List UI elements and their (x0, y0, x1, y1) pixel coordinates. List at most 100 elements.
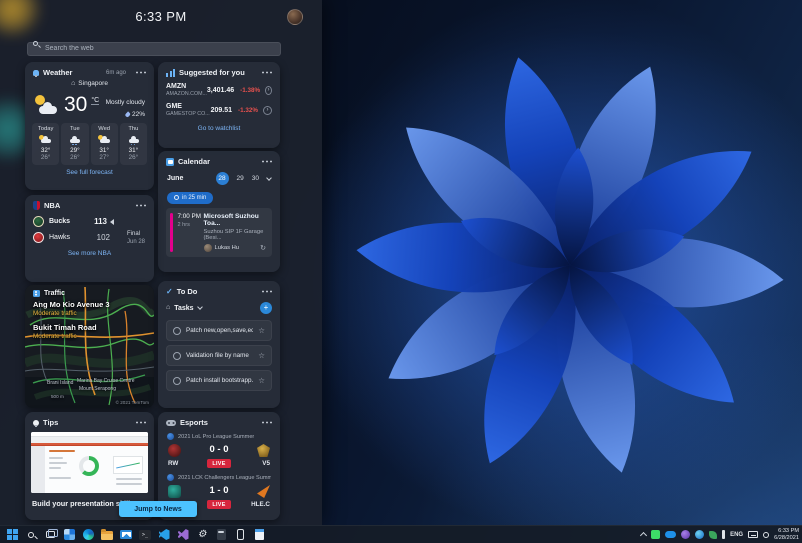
edge-icon[interactable] (82, 529, 94, 541)
weather-widget[interactable]: Weather 6m ago ⌂ Singapore 30 °C Mostly … (25, 62, 154, 190)
road-status: Moderate traffic (33, 310, 77, 317)
user-avatar[interactable] (287, 9, 303, 25)
more-options-icon[interactable] (135, 421, 146, 424)
tray-app-icon[interactable] (695, 530, 705, 539)
game-status: Final (126, 231, 140, 237)
watchlist-add-icon[interactable]: › (263, 105, 272, 115)
more-options-icon[interactable] (135, 71, 146, 74)
rain-icon (127, 135, 140, 146)
task-list-name[interactable]: Tasks (174, 305, 193, 312)
touch-keyboard-icon[interactable] (748, 531, 759, 538)
widget-title: Esports (180, 418, 208, 427)
calendar-widget[interactable]: Calendar June 28 29 30 in 25 min 7:00 PM… (158, 151, 280, 272)
bucks-logo-icon (33, 216, 44, 227)
star-icon[interactable]: ☆ (258, 351, 265, 360)
start-button[interactable] (6, 529, 18, 541)
calendar-icon (166, 157, 174, 166)
temp-unit-toggle[interactable]: °C (91, 97, 100, 105)
more-options-icon[interactable] (261, 290, 272, 293)
more-options-icon[interactable] (261, 160, 272, 163)
precip-chance: 22% (131, 111, 145, 118)
sync-icon[interactable]: ↻ (260, 244, 266, 252)
forecast-day[interactable]: Tue 29° 26° (61, 123, 89, 165)
team-row: Bucks 113 (25, 213, 154, 229)
forecast-day[interactable]: Thu 31° 26° (119, 123, 147, 165)
task-row[interactable]: Patch install bootstrapp... ☆ (166, 370, 272, 391)
search-button[interactable] (25, 529, 37, 541)
task-checkbox[interactable] (173, 351, 181, 360)
onedrive-cloud-icon[interactable] (665, 531, 677, 538)
gamepad-icon (166, 419, 176, 426)
task-view-button[interactable] (44, 528, 59, 541)
forecast-day[interactable]: Today 32° 26° (32, 123, 60, 165)
current-temp: 30 (64, 92, 88, 116)
jump-to-news-button[interactable]: Jump to News (119, 501, 197, 517)
stocks-widget[interactable]: Suggested for you AMZN AMAZON.COM... 3,4… (158, 62, 280, 148)
stock-row[interactable]: GME GAMESTOP CO... 209.51 -1.32% › (158, 100, 280, 120)
tips-thumbnail (31, 432, 148, 493)
taskbar-clock[interactable]: 6:33 PM 6/28/2021 (774, 528, 799, 542)
file-explorer-icon[interactable] (101, 529, 113, 541)
event-title: Microsoft Suzhou Toa... (203, 212, 259, 227)
mail-icon[interactable] (120, 529, 132, 541)
more-options-icon[interactable] (261, 71, 272, 74)
task-row[interactable]: Patch new,open,save,edi... ☆ (166, 320, 272, 341)
search-input[interactable] (27, 41, 281, 56)
stock-row[interactable]: AMZN AMAZON.COM... 3,401.46 -1.38% › (158, 80, 280, 100)
tray-app-icon[interactable] (651, 530, 661, 539)
tray-app-icon[interactable] (709, 530, 718, 539)
mini-line-chart (113, 456, 143, 474)
see-full-forecast-link[interactable]: See full forecast (25, 169, 154, 176)
game-date: Jun 28 (126, 239, 145, 245)
droplet-icon (125, 111, 132, 118)
calendar-date-selected[interactable]: 28 (215, 172, 229, 185)
see-more-nba-link[interactable]: See more NBA (25, 250, 154, 257)
vscode-icon[interactable] (158, 529, 170, 541)
calendar-event[interactable]: 7:00 PM 2 hrs Microsoft Suzhou Toa... Su… (166, 207, 272, 257)
widget-title: Calendar (178, 157, 211, 166)
watchlist-add-icon[interactable]: › (265, 85, 272, 95)
widget-title: Suggested for you (179, 68, 245, 77)
map-label: Marina Bay Cruise Centre (77, 378, 135, 384)
go-to-watchlist-link[interactable]: Go to watchlist (158, 125, 280, 132)
more-options-icon[interactable] (261, 421, 272, 424)
rain-icon (68, 135, 81, 146)
forecast-day[interactable]: Wed 31° 27° (90, 123, 118, 165)
calendar-date[interactable]: 29 (237, 175, 244, 182)
pen-icon[interactable] (722, 530, 726, 539)
more-options-icon[interactable] (135, 204, 146, 207)
visual-studio-icon[interactable] (177, 529, 189, 541)
terminal-icon[interactable]: >_ (139, 529, 151, 541)
quick-settings-icon[interactable] (763, 531, 770, 538)
settings-icon[interactable]: ⚙ (196, 529, 208, 541)
calendar-date[interactable]: 30 (252, 175, 259, 182)
task-checkbox[interactable] (173, 326, 181, 335)
calendar-month: June (167, 175, 184, 182)
next-event-pill[interactable]: in 25 min (167, 191, 214, 204)
notepad-icon[interactable] (253, 529, 265, 541)
event-location: Suzhou SIP 1F Garage (Besi... (203, 228, 264, 241)
task-row[interactable]: Validation file by name ☆ (166, 345, 272, 366)
task-checkbox[interactable] (173, 376, 181, 385)
chevron-down-icon[interactable] (266, 174, 272, 181)
chevron-down-icon[interactable] (196, 304, 203, 310)
star-icon[interactable]: ☆ (258, 376, 265, 385)
nba-widget[interactable]: NBA Bucks 113 Hawks 102 Final Jun 28 See… (25, 195, 154, 282)
widget-title: Traffic (44, 290, 66, 297)
lightbulb-icon (33, 419, 39, 428)
traffic-widget[interactable]: Traffic Ang Mo Kio Avenue 3 Moderate tra… (25, 285, 154, 408)
bar-chart-icon (166, 68, 175, 77)
event-duration: 2 hrs (177, 221, 190, 228)
calculator-icon[interactable] (215, 529, 227, 541)
language-indicator[interactable]: ENG (730, 532, 743, 538)
photos-icon[interactable] (63, 529, 75, 541)
todo-widget[interactable]: ✓ To Do ⌂ Tasks + Patch new,open,save,ed… (158, 281, 280, 408)
event-time: 7:00 PM (177, 212, 201, 220)
tray-app-icon[interactable] (681, 530, 691, 539)
match-row[interactable]: 0 - 0 RW LIVE V5 (158, 441, 280, 471)
add-task-button[interactable]: + (260, 302, 272, 314)
traffic-icon (33, 290, 40, 297)
phone-link-icon[interactable] (234, 529, 246, 541)
star-icon[interactable]: ☆ (258, 326, 265, 335)
show-hidden-icons-chevron[interactable] (640, 531, 648, 540)
